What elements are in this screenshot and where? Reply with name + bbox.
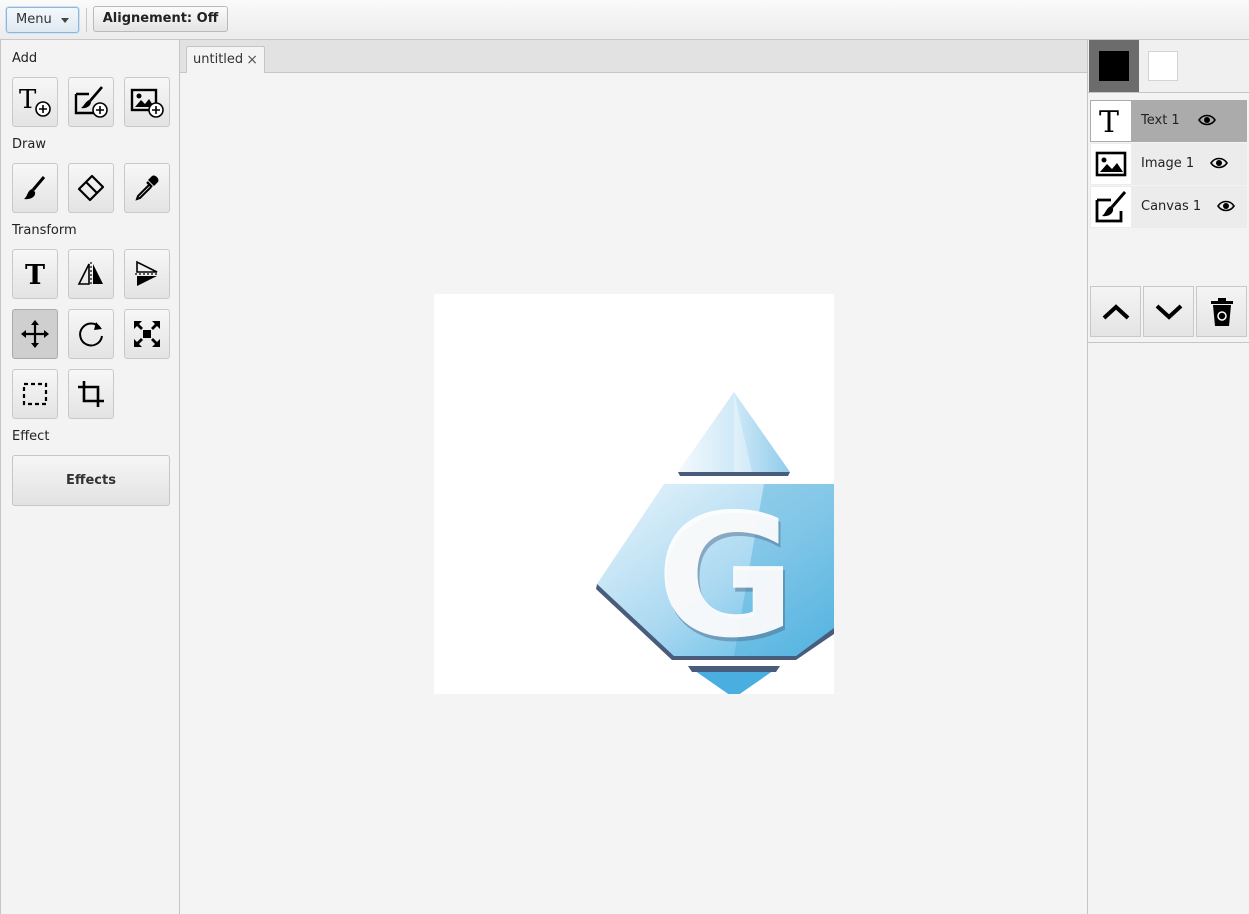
- layer-thumbnail: T: [1091, 101, 1131, 141]
- close-icon[interactable]: ×: [246, 47, 258, 73]
- svg-text:T: T: [25, 260, 45, 289]
- alignment-toggle-button[interactable]: Alignement: Off: [93, 6, 228, 32]
- color-swatches: [1088, 40, 1249, 92]
- move-tool-button[interactable]: [12, 309, 58, 359]
- layer-item-canvas[interactable]: Canvas 1: [1090, 186, 1247, 228]
- flip-horizontal-icon: [77, 262, 103, 286]
- layer-thumbnail: [1091, 144, 1131, 184]
- canvas-layer-icon: [1095, 191, 1127, 223]
- delete-layer-button[interactable]: [1196, 286, 1247, 337]
- text-icon: T: [25, 260, 45, 289]
- layer-name: Text 1: [1141, 113, 1180, 128]
- chevron-down-icon: [61, 18, 69, 23]
- menu-button[interactable]: Menu: [6, 7, 79, 33]
- add-text-button[interactable]: T: [12, 77, 58, 127]
- layer-thumbnail: [1091, 187, 1131, 227]
- eye-icon[interactable]: [1217, 199, 1235, 213]
- select-icon: [22, 382, 48, 406]
- eraser-icon: [77, 174, 105, 202]
- text-layer-icon: T: [1099, 105, 1119, 137]
- move-up-icon: [1102, 303, 1129, 319]
- scale-icon: [134, 321, 160, 347]
- effects-button[interactable]: Effects: [12, 455, 170, 506]
- add-canvas-icon: [74, 86, 108, 118]
- flip-vertical-icon: [135, 260, 159, 286]
- layer-name: Image 1: [1141, 156, 1195, 171]
- brush-icon: [24, 176, 46, 200]
- svg-text:T: T: [1099, 105, 1119, 137]
- workspace: untitled × G G: [180, 40, 1087, 914]
- crop-icon: [78, 381, 104, 407]
- scale-tool-button[interactable]: [124, 309, 170, 359]
- image-layer-icon: [1095, 151, 1127, 177]
- crop-tool-button[interactable]: [68, 369, 114, 419]
- background-color-swatch[interactable]: [1148, 51, 1178, 81]
- move-layer-up-button[interactable]: [1090, 286, 1141, 337]
- add-canvas-button[interactable]: [68, 77, 114, 127]
- section-label-transform: Transform: [12, 223, 77, 238]
- add-image-icon: [130, 88, 164, 118]
- eraser-tool-button[interactable]: [68, 163, 114, 213]
- tools-panel: Add T Draw Transform T Effect Effects: [0, 40, 180, 914]
- foreground-color-swatch[interactable]: [1099, 51, 1129, 81]
- section-label-effect: Effect: [12, 429, 50, 444]
- divider: [1088, 342, 1249, 343]
- document-canvas[interactable]: G G: [434, 294, 834, 694]
- section-label-add: Add: [12, 51, 38, 66]
- text-tool-button[interactable]: T: [12, 249, 58, 299]
- brush-tool-button[interactable]: [12, 163, 58, 213]
- move-down-icon: [1155, 304, 1182, 320]
- layer-item-image[interactable]: Image 1: [1090, 143, 1247, 185]
- section-label-draw: Draw: [12, 137, 46, 152]
- rotate-tool-button[interactable]: [68, 309, 114, 359]
- divider: [1088, 92, 1249, 93]
- logo-letter-face: G: [656, 478, 796, 676]
- toolbar-divider: [86, 8, 87, 32]
- eyedropper-icon: [135, 175, 159, 201]
- flip-horizontal-button[interactable]: [68, 249, 114, 299]
- layer-name: Canvas 1: [1141, 199, 1202, 214]
- move-icon: [21, 320, 49, 348]
- add-image-button[interactable]: [124, 77, 170, 127]
- select-tool-button[interactable]: [12, 369, 58, 419]
- tab-title: untitled: [193, 52, 244, 67]
- menu-button-label: Menu: [16, 12, 52, 27]
- layers-panel: T Text 1 Image 1 Canvas 1: [1087, 40, 1249, 914]
- top-toolbar: Menu Alignement: Off: [0, 0, 1249, 40]
- eye-icon[interactable]: [1210, 156, 1228, 170]
- move-layer-down-button[interactable]: [1143, 286, 1194, 337]
- rotate-icon: [79, 322, 103, 347]
- document-tab-strip: untitled ×: [180, 40, 1087, 73]
- delete-icon: [1210, 297, 1233, 326]
- eyedropper-tool-button[interactable]: [124, 163, 170, 213]
- tab-untitled[interactable]: untitled ×: [186, 46, 265, 73]
- flip-vertical-button[interactable]: [124, 249, 170, 299]
- layer-item-text[interactable]: T Text 1: [1090, 100, 1247, 142]
- eye-icon[interactable]: [1198, 113, 1216, 127]
- add-text-icon: T: [19, 85, 51, 117]
- svg-text:T: T: [19, 85, 37, 115]
- foreground-swatch-frame: [1089, 40, 1139, 92]
- logo-image: G G: [596, 392, 834, 694]
